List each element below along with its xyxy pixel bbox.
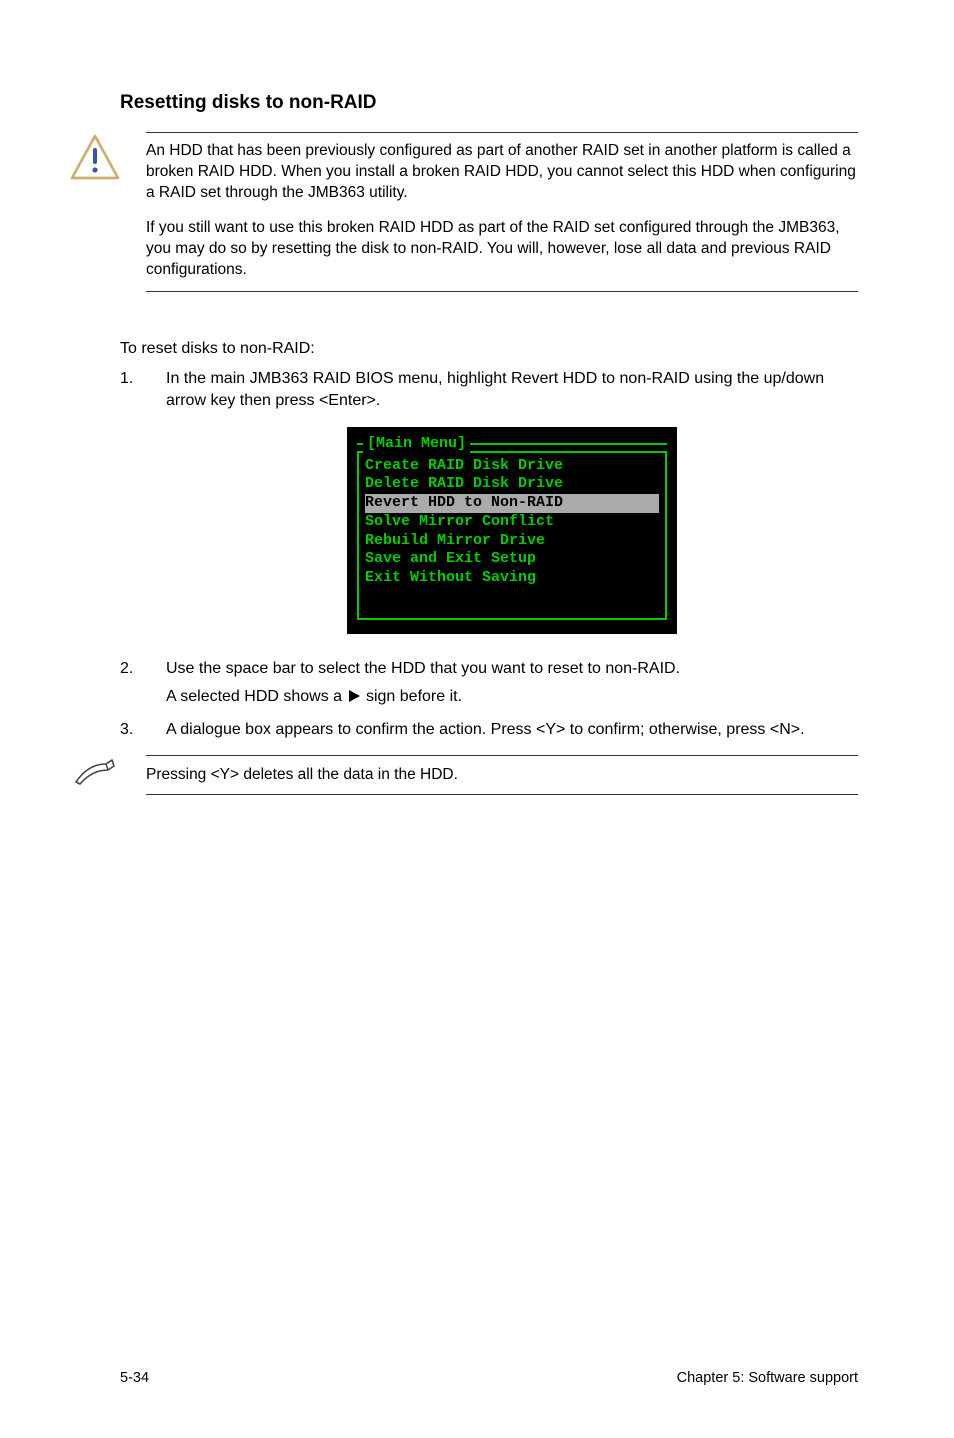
note-pencil-icon (70, 756, 120, 795)
triangle-play-icon (349, 690, 360, 702)
footer-page-number: 5-34 (120, 1370, 149, 1386)
step-1: In the main JMB363 RAID BIOS menu, highl… (120, 368, 858, 634)
step-2b-post: sign before it. (362, 688, 463, 705)
warning-paragraph-2: If you still want to use this broken RAI… (146, 218, 858, 281)
step-2b-pre: A selected HDD shows a (166, 688, 347, 705)
note-callout: Pressing <Y> deletes all the data in the… (70, 755, 858, 795)
bios-menu-item: Delete RAID Disk Drive (365, 475, 659, 494)
step-2-text: Use the space bar to select the HDD that… (166, 660, 680, 677)
bios-menu-item: Exit Without Saving (365, 569, 659, 588)
warning-paragraph-1: An HDD that has been previously configur… (146, 141, 858, 204)
step-3: A dialogue box appears to confirm the ac… (120, 719, 858, 741)
footer-chapter: Chapter 5: Software support (677, 1370, 858, 1386)
note-text: Pressing <Y> deletes all the data in the… (146, 755, 858, 795)
bios-menu-title: [Main Menu] (363, 435, 470, 454)
page-footer: 5-34 Chapter 5: Software support (120, 1370, 858, 1386)
bios-menu-item: Create RAID Disk Drive (365, 457, 659, 476)
intro-text: To reset disks to non-RAID: (120, 338, 858, 360)
bios-menu: [Main Menu] Create RAID Disk Drive Delet… (347, 427, 677, 634)
bios-menu-item: Save and Exit Setup (365, 550, 659, 569)
step-1-text: In the main JMB363 RAID BIOS menu, highl… (166, 370, 824, 409)
warning-icon (70, 134, 120, 185)
step-3-text: A dialogue box appears to confirm the ac… (166, 721, 805, 738)
bios-menu-item-selected: Revert HDD to Non-RAID (365, 494, 659, 513)
section-heading: Resetting disks to non-RAID (120, 92, 858, 114)
step-2: Use the space bar to select the HDD that… (120, 658, 858, 709)
bios-menu-item: Rebuild Mirror Drive (365, 532, 659, 551)
bios-menu-item: Solve Mirror Conflict (365, 513, 659, 532)
warning-callout: An HDD that has been previously configur… (70, 132, 858, 292)
